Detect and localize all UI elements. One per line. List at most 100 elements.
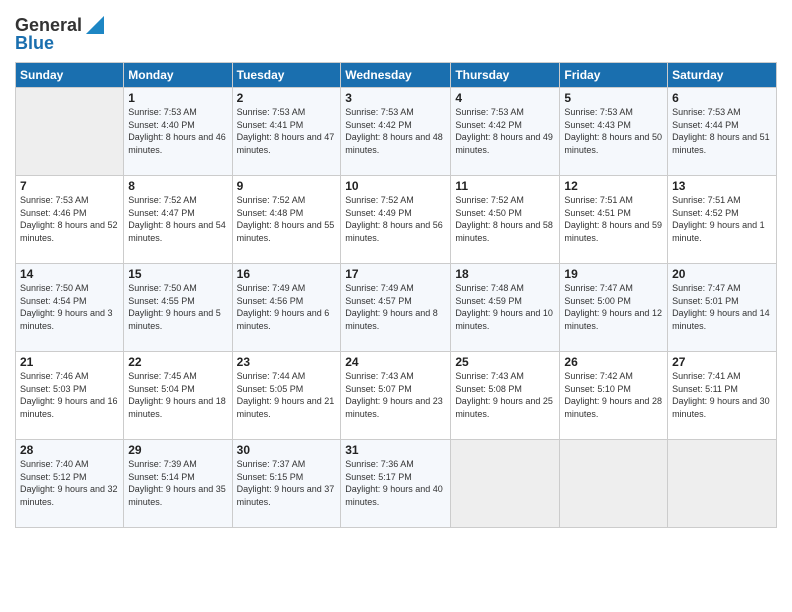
day-number: 22	[128, 355, 227, 369]
day-number: 1	[128, 91, 227, 105]
day-number: 28	[20, 443, 119, 457]
day-number: 24	[345, 355, 446, 369]
day-header-saturday: Saturday	[668, 63, 777, 88]
calendar-cell: 30Sunrise: 7:37 AM Sunset: 5:15 PM Dayli…	[232, 440, 341, 528]
day-info: Sunrise: 7:51 AM Sunset: 4:51 PM Dayligh…	[564, 194, 663, 244]
day-info: Sunrise: 7:50 AM Sunset: 4:54 PM Dayligh…	[20, 282, 119, 332]
day-header-sunday: Sunday	[16, 63, 124, 88]
day-number: 6	[672, 91, 772, 105]
day-number: 31	[345, 443, 446, 457]
calendar-cell: 31Sunrise: 7:36 AM Sunset: 5:17 PM Dayli…	[341, 440, 451, 528]
day-info: Sunrise: 7:43 AM Sunset: 5:07 PM Dayligh…	[345, 370, 446, 420]
calendar-cell: 10Sunrise: 7:52 AM Sunset: 4:49 PM Dayli…	[341, 176, 451, 264]
week-row-4: 28Sunrise: 7:40 AM Sunset: 5:12 PM Dayli…	[16, 440, 777, 528]
logo-icon	[84, 14, 106, 36]
day-info: Sunrise: 7:53 AM Sunset: 4:43 PM Dayligh…	[564, 106, 663, 156]
day-info: Sunrise: 7:36 AM Sunset: 5:17 PM Dayligh…	[345, 458, 446, 508]
day-number: 13	[672, 179, 772, 193]
calendar-cell: 15Sunrise: 7:50 AM Sunset: 4:55 PM Dayli…	[124, 264, 232, 352]
calendar-cell: 28Sunrise: 7:40 AM Sunset: 5:12 PM Dayli…	[16, 440, 124, 528]
day-info: Sunrise: 7:52 AM Sunset: 4:49 PM Dayligh…	[345, 194, 446, 244]
day-header-tuesday: Tuesday	[232, 63, 341, 88]
day-info: Sunrise: 7:40 AM Sunset: 5:12 PM Dayligh…	[20, 458, 119, 508]
day-number: 8	[128, 179, 227, 193]
calendar-cell	[16, 88, 124, 176]
day-info: Sunrise: 7:43 AM Sunset: 5:08 PM Dayligh…	[455, 370, 555, 420]
day-info: Sunrise: 7:46 AM Sunset: 5:03 PM Dayligh…	[20, 370, 119, 420]
calendar-cell	[668, 440, 777, 528]
day-info: Sunrise: 7:37 AM Sunset: 5:15 PM Dayligh…	[237, 458, 337, 508]
calendar-table: SundayMondayTuesdayWednesdayThursdayFrid…	[15, 62, 777, 528]
calendar-cell: 19Sunrise: 7:47 AM Sunset: 5:00 PM Dayli…	[560, 264, 668, 352]
week-row-3: 21Sunrise: 7:46 AM Sunset: 5:03 PM Dayli…	[16, 352, 777, 440]
day-info: Sunrise: 7:53 AM Sunset: 4:46 PM Dayligh…	[20, 194, 119, 244]
header: General Blue	[15, 10, 777, 54]
calendar-cell: 16Sunrise: 7:49 AM Sunset: 4:56 PM Dayli…	[232, 264, 341, 352]
day-number: 2	[237, 91, 337, 105]
day-number: 15	[128, 267, 227, 281]
day-number: 17	[345, 267, 446, 281]
day-number: 25	[455, 355, 555, 369]
day-number: 12	[564, 179, 663, 193]
calendar-cell: 27Sunrise: 7:41 AM Sunset: 5:11 PM Dayli…	[668, 352, 777, 440]
day-number: 30	[237, 443, 337, 457]
day-number: 5	[564, 91, 663, 105]
day-number: 26	[564, 355, 663, 369]
day-info: Sunrise: 7:53 AM Sunset: 4:42 PM Dayligh…	[345, 106, 446, 156]
calendar-cell: 12Sunrise: 7:51 AM Sunset: 4:51 PM Dayli…	[560, 176, 668, 264]
day-info: Sunrise: 7:47 AM Sunset: 5:01 PM Dayligh…	[672, 282, 772, 332]
day-number: 4	[455, 91, 555, 105]
calendar-cell: 3Sunrise: 7:53 AM Sunset: 4:42 PM Daylig…	[341, 88, 451, 176]
day-number: 29	[128, 443, 227, 457]
day-number: 27	[672, 355, 772, 369]
day-info: Sunrise: 7:53 AM Sunset: 4:42 PM Dayligh…	[455, 106, 555, 156]
day-info: Sunrise: 7:39 AM Sunset: 5:14 PM Dayligh…	[128, 458, 227, 508]
day-info: Sunrise: 7:41 AM Sunset: 5:11 PM Dayligh…	[672, 370, 772, 420]
calendar-cell: 4Sunrise: 7:53 AM Sunset: 4:42 PM Daylig…	[451, 88, 560, 176]
calendar-cell: 11Sunrise: 7:52 AM Sunset: 4:50 PM Dayli…	[451, 176, 560, 264]
day-info: Sunrise: 7:44 AM Sunset: 5:05 PM Dayligh…	[237, 370, 337, 420]
calendar-cell: 5Sunrise: 7:53 AM Sunset: 4:43 PM Daylig…	[560, 88, 668, 176]
week-row-0: 1Sunrise: 7:53 AM Sunset: 4:40 PM Daylig…	[16, 88, 777, 176]
calendar-cell: 7Sunrise: 7:53 AM Sunset: 4:46 PM Daylig…	[16, 176, 124, 264]
day-number: 18	[455, 267, 555, 281]
calendar-cell: 14Sunrise: 7:50 AM Sunset: 4:54 PM Dayli…	[16, 264, 124, 352]
day-info: Sunrise: 7:47 AM Sunset: 5:00 PM Dayligh…	[564, 282, 663, 332]
day-header-thursday: Thursday	[451, 63, 560, 88]
day-number: 3	[345, 91, 446, 105]
day-header-wednesday: Wednesday	[341, 63, 451, 88]
week-row-1: 7Sunrise: 7:53 AM Sunset: 4:46 PM Daylig…	[16, 176, 777, 264]
day-info: Sunrise: 7:49 AM Sunset: 4:57 PM Dayligh…	[345, 282, 446, 332]
week-row-2: 14Sunrise: 7:50 AM Sunset: 4:54 PM Dayli…	[16, 264, 777, 352]
day-number: 14	[20, 267, 119, 281]
day-number: 23	[237, 355, 337, 369]
calendar-cell	[451, 440, 560, 528]
day-header-monday: Monday	[124, 63, 232, 88]
calendar-cell: 9Sunrise: 7:52 AM Sunset: 4:48 PM Daylig…	[232, 176, 341, 264]
calendar-cell: 20Sunrise: 7:47 AM Sunset: 5:01 PM Dayli…	[668, 264, 777, 352]
calendar-cell: 26Sunrise: 7:42 AM Sunset: 5:10 PM Dayli…	[560, 352, 668, 440]
day-info: Sunrise: 7:53 AM Sunset: 4:40 PM Dayligh…	[128, 106, 227, 156]
header-row: SundayMondayTuesdayWednesdayThursdayFrid…	[16, 63, 777, 88]
calendar-cell: 29Sunrise: 7:39 AM Sunset: 5:14 PM Dayli…	[124, 440, 232, 528]
calendar-cell: 8Sunrise: 7:52 AM Sunset: 4:47 PM Daylig…	[124, 176, 232, 264]
calendar-cell: 23Sunrise: 7:44 AM Sunset: 5:05 PM Dayli…	[232, 352, 341, 440]
day-number: 16	[237, 267, 337, 281]
calendar-cell: 22Sunrise: 7:45 AM Sunset: 5:04 PM Dayli…	[124, 352, 232, 440]
day-info: Sunrise: 7:49 AM Sunset: 4:56 PM Dayligh…	[237, 282, 337, 332]
day-number: 11	[455, 179, 555, 193]
calendar-cell: 6Sunrise: 7:53 AM Sunset: 4:44 PM Daylig…	[668, 88, 777, 176]
logo-blue-text: Blue	[15, 33, 54, 54]
calendar-cell: 18Sunrise: 7:48 AM Sunset: 4:59 PM Dayli…	[451, 264, 560, 352]
day-number: 19	[564, 267, 663, 281]
day-number: 7	[20, 179, 119, 193]
calendar-cell: 13Sunrise: 7:51 AM Sunset: 4:52 PM Dayli…	[668, 176, 777, 264]
day-number: 20	[672, 267, 772, 281]
logo: General Blue	[15, 14, 106, 54]
calendar-cell: 2Sunrise: 7:53 AM Sunset: 4:41 PM Daylig…	[232, 88, 341, 176]
day-number: 10	[345, 179, 446, 193]
day-info: Sunrise: 7:50 AM Sunset: 4:55 PM Dayligh…	[128, 282, 227, 332]
day-info: Sunrise: 7:52 AM Sunset: 4:50 PM Dayligh…	[455, 194, 555, 244]
calendar-cell: 24Sunrise: 7:43 AM Sunset: 5:07 PM Dayli…	[341, 352, 451, 440]
calendar-cell: 17Sunrise: 7:49 AM Sunset: 4:57 PM Dayli…	[341, 264, 451, 352]
